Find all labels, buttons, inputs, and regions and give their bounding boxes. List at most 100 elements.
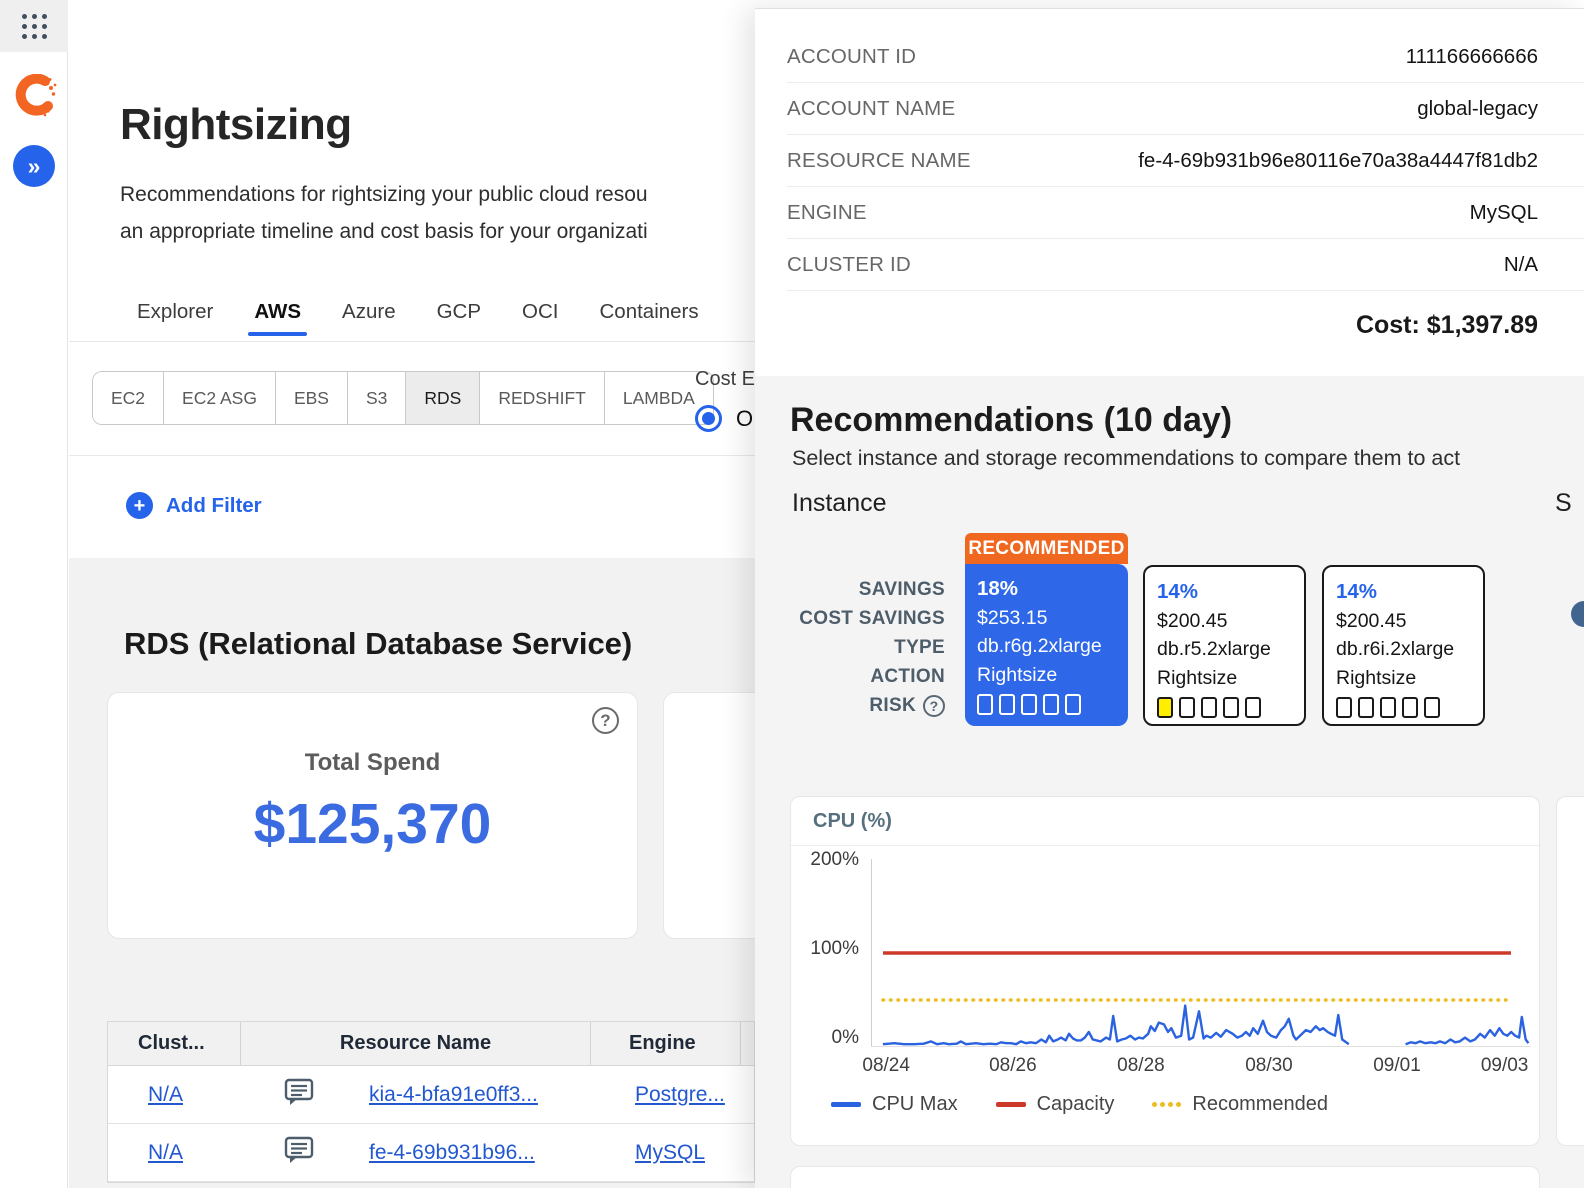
- legend-item-cpu-max: CPU Max: [831, 1093, 958, 1116]
- card-instance-type: db.r5.2xlarge: [1157, 635, 1292, 664]
- risk-square: [1245, 697, 1261, 718]
- tab-gcp[interactable]: GCP: [437, 300, 481, 336]
- cpu-line-chart: [871, 859, 1531, 1047]
- risk-square: [977, 694, 993, 715]
- tab-containers[interactable]: Containers: [600, 300, 699, 336]
- detail-row-account-id: ACCOUNT ID 111166666666: [787, 31, 1584, 83]
- legend-label: Recommended: [1192, 1093, 1328, 1116]
- chart-legend: CPU Max Capacity Recommended: [831, 1093, 1328, 1116]
- comment-icon[interactable]: [284, 1136, 314, 1170]
- add-filter-label: Add Filter: [166, 494, 262, 518]
- expand-sidebar-button[interactable]: »: [13, 145, 55, 187]
- detail-value: MySQL: [1470, 201, 1538, 225]
- risk-square: [1065, 694, 1081, 715]
- rightsizing-screen: » Rightsizing Recommendations for rights…: [0, 0, 1584, 1188]
- x-tick-09-01: 09/01: [1357, 1055, 1437, 1077]
- detail-label: ACCOUNT NAME: [787, 97, 955, 121]
- service-button-rds[interactable]: RDS: [406, 372, 480, 424]
- detail-value: N/A: [1504, 253, 1538, 277]
- legend-item-recommended: Recommended: [1152, 1093, 1328, 1116]
- service-button-s3[interactable]: S3: [348, 372, 406, 424]
- tab-explorer[interactable]: Explorer: [137, 300, 213, 336]
- resource-name-link[interactable]: fe-4-69b931b96...: [369, 1141, 535, 1165]
- detail-row-account-name: ACCOUNT NAMEglobal-legacy: [787, 83, 1584, 135]
- x-tick-09-03: 09/03: [1465, 1055, 1545, 1077]
- second-chart-card-partial: [1556, 796, 1584, 1146]
- risk-help-icon[interactable]: ?: [923, 695, 945, 717]
- cpu-max-line-segment-1: [883, 1006, 1349, 1045]
- x-tick-08-26: 08/26: [973, 1055, 1053, 1077]
- detail-label: ACCOUNT ID: [787, 45, 916, 69]
- legend-item-capacity: Capacity: [996, 1093, 1115, 1116]
- cost-basis-radio[interactable]: [695, 405, 722, 432]
- comment-icon[interactable]: [284, 1078, 314, 1112]
- tab-aws[interactable]: AWS: [254, 300, 301, 336]
- legend-label: Capacity: [1037, 1093, 1115, 1116]
- detail-row-cluster-id: CLUSTER ID N/A: [787, 239, 1584, 291]
- risk-square: [1380, 697, 1396, 718]
- cluster-link[interactable]: N/A: [148, 1141, 183, 1165]
- detail-value: 111166666666: [1406, 45, 1538, 69]
- recommendations-subtitle: Select instance and storage recommendati…: [792, 446, 1584, 471]
- card-cost-savings: $253.15: [977, 604, 1116, 633]
- rec-row-label-text: ACTION: [870, 666, 945, 688]
- storage-heading-partial: S: [1555, 489, 1572, 518]
- help-icon[interactable]: ?: [592, 707, 619, 734]
- risk-square: [1424, 697, 1440, 718]
- resource-name-link[interactable]: kia-4-bfa91e0ff3...: [369, 1083, 538, 1107]
- page-title: Rightsizing: [120, 100, 352, 150]
- plus-icon: +: [126, 492, 153, 519]
- cluster-link[interactable]: N/A: [148, 1083, 183, 1107]
- engine-link[interactable]: Postgre...: [635, 1083, 725, 1107]
- add-filter-button[interactable]: + Add Filter: [126, 492, 262, 519]
- card-savings-percent: 14%: [1336, 578, 1471, 607]
- cpu-chart-card: CPU (%) 200% 100% 0% 08/2408/2608/2808/3…: [790, 796, 1540, 1146]
- recommendations-title: Recommendations (10 day): [790, 401, 1232, 440]
- tab-oci[interactable]: OCI: [522, 300, 558, 336]
- brand-logo-icon[interactable]: [12, 74, 58, 122]
- card-risk-squares: [977, 694, 1116, 715]
- detail-value: fe-4-69b931b96e80116e70a38a4447f81db2: [1138, 149, 1538, 173]
- engine-link[interactable]: MySQL: [635, 1141, 705, 1165]
- table-header-row: Clust... Resource Name Engine: [108, 1022, 754, 1066]
- column-header-engine: Engine: [591, 1022, 741, 1065]
- rec-row-label-action: ACTION: [773, 662, 945, 691]
- cost-basis-radio-row: O: [695, 405, 753, 432]
- card-risk-squares: [1336, 697, 1471, 718]
- card-savings-percent: 14%: [1157, 578, 1292, 607]
- recommendation-card-1[interactable]: 18%$253.15db.r6g.2xlargeRightsize: [965, 564, 1128, 726]
- service-button-ec2-asg[interactable]: EC2 ASG: [164, 372, 276, 424]
- rec-row-label-risk: RISK?: [773, 691, 945, 720]
- service-button-redshift[interactable]: REDSHIFT: [480, 372, 605, 424]
- recommendation-card-2[interactable]: 14%$200.45db.r5.2xlargeRightsize: [1143, 565, 1306, 726]
- instance-heading: Instance: [792, 489, 887, 518]
- card-instance-type: db.r6i.2xlarge: [1336, 635, 1471, 664]
- recommendation-card-3[interactable]: 14%$200.45db.r6i.2xlargeRightsize: [1322, 565, 1485, 726]
- page-description-line1: Recommendations for rightsizing your pub…: [120, 176, 757, 213]
- left-rail: »: [0, 0, 68, 1188]
- column-header-cluster: Clust...: [108, 1022, 241, 1065]
- resource-detail-panel: ACCOUNT ID 111166666666 ACCOUNT NAMEglobal…: [755, 8, 1584, 1188]
- recommended-badge: RECOMMENDED: [965, 533, 1128, 564]
- total-spend-value: $125,370: [108, 791, 637, 857]
- risk-square: [1336, 697, 1352, 718]
- card-cost-savings: $200.45: [1157, 607, 1292, 636]
- x-tick-08-28: 08/28: [1101, 1055, 1181, 1077]
- risk-square: [1223, 697, 1239, 718]
- service-button-ebs[interactable]: EBS: [276, 372, 348, 424]
- card-savings-percent: 18%: [977, 575, 1116, 604]
- app-launcher-button[interactable]: [0, 0, 68, 52]
- rec-row-label-text: SAVINGS: [859, 579, 945, 601]
- detail-row-resource-name: RESOURCE NAMEfe-4-69b931b96e80116e70a38a…: [787, 135, 1584, 187]
- card-instance-type: db.r6g.2xlarge: [977, 632, 1116, 661]
- tab-azure[interactable]: Azure: [342, 300, 396, 336]
- service-button-ec2[interactable]: EC2: [93, 372, 164, 424]
- legend-line-swatch: [996, 1102, 1026, 1107]
- app-grid-icon: [22, 14, 47, 39]
- detail-label: ENGINE: [787, 201, 867, 225]
- provider-tabs: Explorer AWS Azure GCP OCI Containers: [137, 300, 699, 336]
- page-description-line2: an appropriate timeline and cost basis f…: [120, 213, 757, 250]
- rec-row-label-cost-savings: COST SAVINGS: [773, 604, 945, 633]
- detail-label: CLUSTER ID: [787, 253, 911, 277]
- cost-basis-radio-option-label: O: [736, 406, 753, 432]
